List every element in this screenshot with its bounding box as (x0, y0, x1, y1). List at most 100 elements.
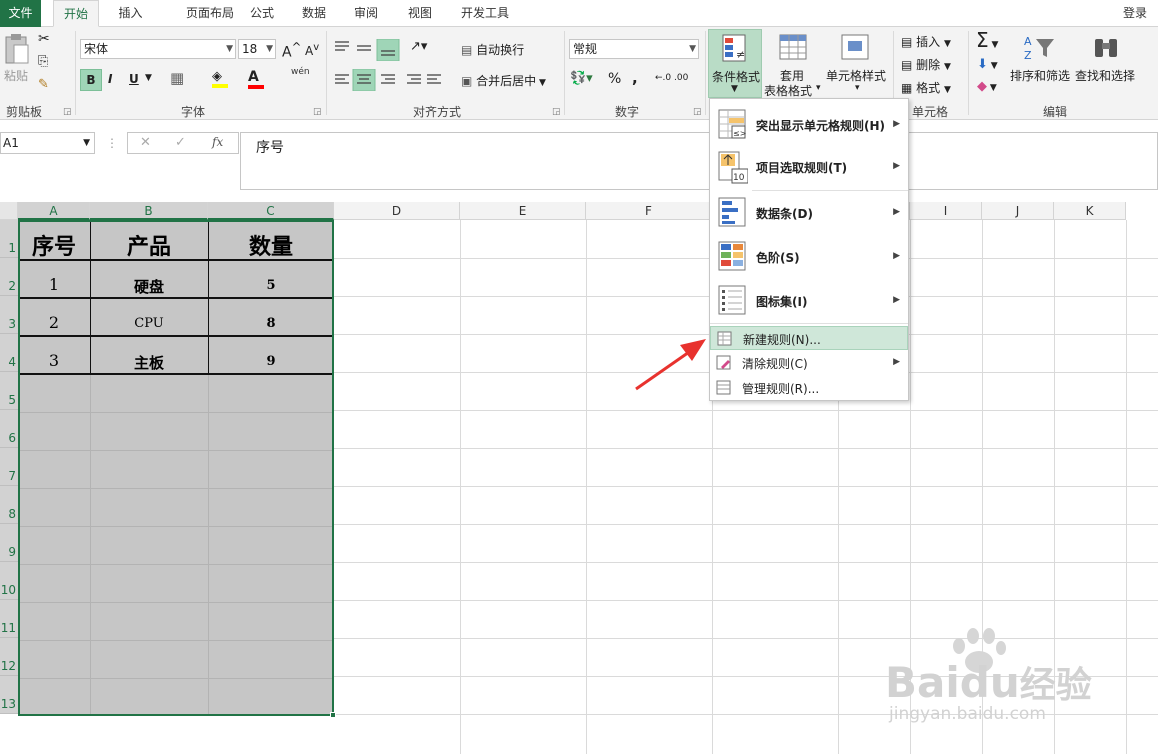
italic-button[interactable]: I (108, 72, 112, 86)
paste-icon[interactable] (4, 33, 30, 65)
cell-c1[interactable]: 数量 (208, 229, 334, 261)
find-select-button[interactable]: 查找和选择 (1075, 67, 1135, 84)
conditional-format-button[interactable]: ≠ 条件格式 ▼ (708, 29, 762, 98)
row-header-7[interactable]: 7 (0, 448, 18, 486)
cell-a4[interactable]: 3 (18, 351, 90, 370)
cell-styles-button[interactable]: 单元格样式 (826, 67, 886, 84)
row-header-13[interactable]: 13 (0, 676, 18, 714)
row-header-2[interactable]: 2 (0, 258, 18, 296)
cell-c2[interactable]: 5 (208, 278, 334, 293)
fill-icon[interactable]: ⬇ ▼ (977, 57, 998, 72)
tab-insert[interactable]: 插入 (108, 0, 153, 27)
fill-color-button[interactable]: ◈ (212, 69, 228, 88)
number-format-combo[interactable]: 常规 ▼ (569, 39, 699, 59)
insert-function-icon[interactable]: fx (212, 135, 223, 149)
sort-filter-icon[interactable]: A Z (1022, 33, 1056, 63)
cell-a1[interactable]: 序号 (18, 229, 90, 261)
font-launcher-icon[interactable]: ◲ (313, 107, 322, 117)
format-painter-icon[interactable]: ✎ (38, 77, 49, 92)
alignment-launcher-icon[interactable]: ◲ (552, 107, 561, 117)
clear-eraser-icon[interactable]: ◆ ▼ (977, 79, 997, 94)
border-icon[interactable]: ▦ (170, 69, 184, 87)
menu-item-highlight-rules[interactable]: ≤> 突出显示单元格规则(H) ▶ (710, 105, 908, 145)
column-header-a[interactable]: A (18, 202, 90, 220)
orientation-icon[interactable]: ↗▾ (410, 39, 427, 54)
font-name-combo[interactable]: 宋体 ▼ (80, 39, 236, 59)
cancel-icon[interactable]: ✕ (140, 135, 151, 150)
cell-c4[interactable]: 9 (208, 354, 334, 369)
sort-filter-button[interactable]: 排序和筛选 (1010, 67, 1070, 84)
underline-button[interactable]: U (129, 72, 139, 86)
wrap-text-button[interactable]: ▤ 自动换行 (461, 41, 524, 58)
row-header-6[interactable]: 6 (0, 410, 18, 448)
paste-label[interactable]: 粘贴 (4, 67, 28, 84)
comma-button[interactable]: , (632, 69, 638, 87)
binoculars-icon[interactable] (1092, 35, 1120, 61)
row-header-1[interactable]: 1 (0, 220, 18, 258)
column-header-f[interactable]: F (586, 202, 712, 220)
format-cells-button[interactable]: ▦ 格式 ▼ (901, 79, 951, 96)
formula-input[interactable]: 序号 (240, 132, 1158, 190)
phonetic-icon[interactable]: wén (291, 67, 310, 77)
row-header-12[interactable]: 12 (0, 638, 18, 676)
grow-font-button[interactable]: A^ (282, 40, 301, 61)
menu-item-manage-rules[interactable]: 管理规则(R)... (710, 376, 908, 400)
chevron-down-icon[interactable]: ▼ (145, 73, 152, 83)
menu-item-new-rule[interactable]: 新建规则(N)... (710, 326, 908, 350)
merge-center-button[interactable]: ▣ 合并后居中 ▼ (461, 72, 546, 89)
column-header-i[interactable]: I (910, 202, 982, 220)
cell-a2[interactable]: 1 (18, 275, 90, 294)
row-header-3[interactable]: 3 (0, 296, 18, 334)
clipboard-launcher-icon[interactable]: ◲ (63, 107, 72, 117)
tab-data[interactable]: 数据 (292, 0, 336, 27)
cell-b2[interactable]: 硬盘 (90, 276, 208, 297)
fill-handle[interactable] (330, 712, 336, 718)
horizontal-align-icons[interactable] (333, 69, 443, 91)
copy-icon[interactable]: ⎘ (38, 54, 48, 69)
column-header-e[interactable]: E (460, 202, 586, 220)
decimal-buttons[interactable]: ←.0 .00 (655, 73, 688, 83)
cell-styles-icon[interactable] (840, 33, 870, 63)
row-header-8[interactable]: 8 (0, 486, 18, 524)
row-header-4[interactable]: 4 (0, 334, 18, 372)
table-format-label-2[interactable]: 表格格式 (764, 82, 812, 99)
currency-icon[interactable]: 💱▾ (570, 71, 593, 86)
tab-developer[interactable]: 开发工具 (455, 0, 515, 27)
column-header-k[interactable]: K (1054, 202, 1126, 220)
percent-button[interactable]: % (608, 71, 621, 87)
row-header-10[interactable]: 10 (0, 562, 18, 600)
bold-button[interactable]: B (80, 69, 102, 91)
cell-a3[interactable]: 2 (18, 313, 90, 332)
row-header-9[interactable]: 9 (0, 524, 18, 562)
select-all-corner[interactable] (0, 202, 18, 220)
cell-c3[interactable]: 8 (208, 316, 334, 331)
column-header-b[interactable]: B (90, 202, 208, 220)
autosum-button[interactable]: Σ ▼ (976, 28, 998, 52)
login-link[interactable]: 登录 (1118, 0, 1152, 27)
column-header-c[interactable]: C (208, 202, 334, 220)
column-header-j[interactable]: J (982, 202, 1054, 220)
menu-item-top-rules[interactable]: 10 项目选取规则(T) ▶ (710, 147, 908, 187)
name-box[interactable]: A1 ▼ (0, 132, 95, 154)
delete-cells-button[interactable]: ▤ 删除 ▼ (901, 56, 951, 73)
column-header-d[interactable]: D (334, 202, 460, 220)
chevron-down-icon[interactable]: ▾ (816, 83, 821, 93)
row-header-11[interactable]: 11 (0, 600, 18, 638)
font-color-button[interactable]: A (248, 69, 264, 89)
vertical-align-icons[interactable] (333, 39, 401, 61)
menu-item-clear-rules[interactable]: 清除规则(C) ▶ (710, 351, 908, 375)
tab-file[interactable]: 文件 (0, 0, 41, 27)
tab-review[interactable]: 审阅 (344, 0, 388, 27)
menu-item-data-bars[interactable]: 数据条(D) ▶ (710, 193, 908, 233)
enter-icon[interactable]: ✓ (175, 135, 186, 150)
tab-formulas[interactable]: 公式 (240, 0, 284, 27)
cell-b1[interactable]: 产品 (90, 229, 208, 261)
menu-item-icon-sets[interactable]: 图标集(I) ▶ (710, 281, 908, 321)
row-header-5[interactable]: 5 (0, 372, 18, 410)
cut-icon[interactable]: ✂ (38, 31, 50, 47)
font-size-combo[interactable]: 18 ▼ (238, 39, 276, 59)
tab-view[interactable]: 视图 (398, 0, 442, 27)
number-launcher-icon[interactable]: ◲ (693, 107, 702, 117)
cell-b4[interactable]: 主板 (90, 352, 208, 373)
menu-item-color-scales[interactable]: 色阶(S) ▶ (710, 237, 908, 277)
